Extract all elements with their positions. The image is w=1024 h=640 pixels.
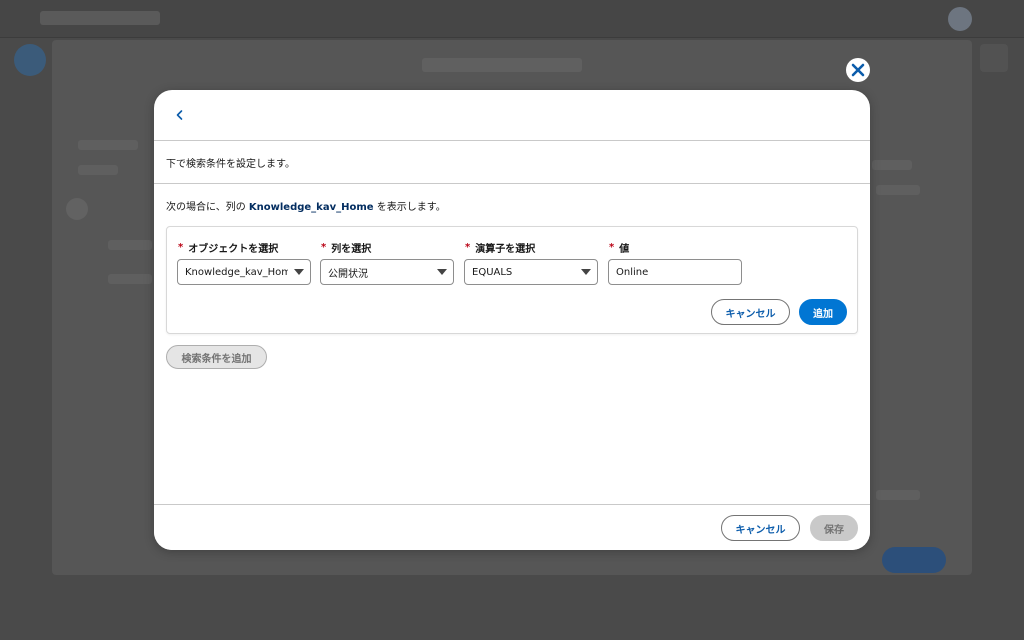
add-filter-button[interactable]: 検索条件を追加	[166, 345, 267, 369]
close-modal-button[interactable]	[846, 58, 870, 82]
filter-description: 次の場合に、列の Knowledge_kav_Home を表示します。	[154, 184, 870, 224]
cancel-button[interactable]: キャンセル	[721, 515, 800, 541]
column-field-label: * 列を選択	[320, 240, 372, 255]
required-mark: *	[321, 241, 327, 253]
column-label-text: 列を選択	[331, 243, 372, 255]
save-button[interactable]: 保存	[810, 515, 858, 541]
object-select-value: Knowledge_kav_Home	[185, 266, 288, 278]
background-text	[876, 490, 920, 500]
object-field: * オブジェクトを選択	[177, 240, 279, 255]
value-field: * 値	[608, 240, 630, 255]
background-header	[0, 0, 1024, 38]
background-text	[876, 185, 920, 195]
chevron-left-icon	[176, 110, 183, 120]
operator-select-value: EQUALS	[472, 266, 513, 278]
modal-footer: キャンセル 保存	[154, 504, 870, 550]
instruction-text: 下で検索条件を設定します。	[154, 141, 870, 184]
column-field: * 列を選択	[320, 240, 372, 255]
background-text	[108, 240, 152, 250]
close-icon	[851, 63, 865, 77]
background-text	[108, 274, 152, 284]
filter-cancel-button[interactable]: キャンセル	[711, 299, 790, 325]
filter-description-column: Knowledge_kav_Home	[248, 202, 374, 213]
background-text	[872, 160, 912, 170]
background-text	[78, 165, 118, 175]
background-button	[882, 547, 946, 573]
value-label-text: 値	[619, 243, 630, 255]
value-input[interactable]: Online	[608, 259, 742, 285]
caret-down-icon	[575, 269, 597, 275]
background-app-launcher	[14, 44, 46, 76]
filter-description-suffix: を表示します。	[373, 202, 446, 213]
modal-header	[154, 90, 870, 141]
background-dialog-title	[422, 58, 582, 72]
operator-label-text: 演算子を選択	[475, 243, 536, 255]
caret-down-icon	[288, 269, 310, 275]
operator-field-label: * 演算子を選択	[464, 240, 536, 255]
object-label-text: オブジェクトを選択	[188, 243, 279, 255]
column-select-value: 公開状況	[328, 268, 368, 280]
filter-editor-card: * オブジェクトを選択 Knowledge_kav_Home * 列を選択 公開状況…	[166, 226, 858, 334]
column-select[interactable]: 公開状況	[320, 259, 454, 285]
back-button[interactable]	[172, 107, 188, 123]
filter-add-button[interactable]: 追加	[799, 299, 847, 325]
required-mark: *	[178, 241, 184, 253]
background-text	[78, 140, 138, 150]
operator-select[interactable]: EQUALS	[464, 259, 598, 285]
required-mark: *	[609, 241, 615, 253]
operator-field: * 演算子を選択	[464, 240, 536, 255]
caret-down-icon	[431, 269, 453, 275]
background-settings	[980, 44, 1008, 72]
filter-modal: 下で検索条件を設定します。 次の場合に、列の Knowledge_kav_Hom…	[154, 90, 870, 550]
background-logo	[40, 11, 160, 25]
required-mark: *	[465, 241, 471, 253]
object-field-label: * オブジェクトを選択	[177, 240, 279, 255]
value-field-label: * 値	[608, 240, 630, 255]
object-select[interactable]: Knowledge_kav_Home	[177, 259, 311, 285]
background-avatar-circle	[66, 198, 88, 220]
background-avatar	[948, 7, 972, 31]
filter-description-prefix: 次の場合に、列の	[166, 202, 249, 213]
